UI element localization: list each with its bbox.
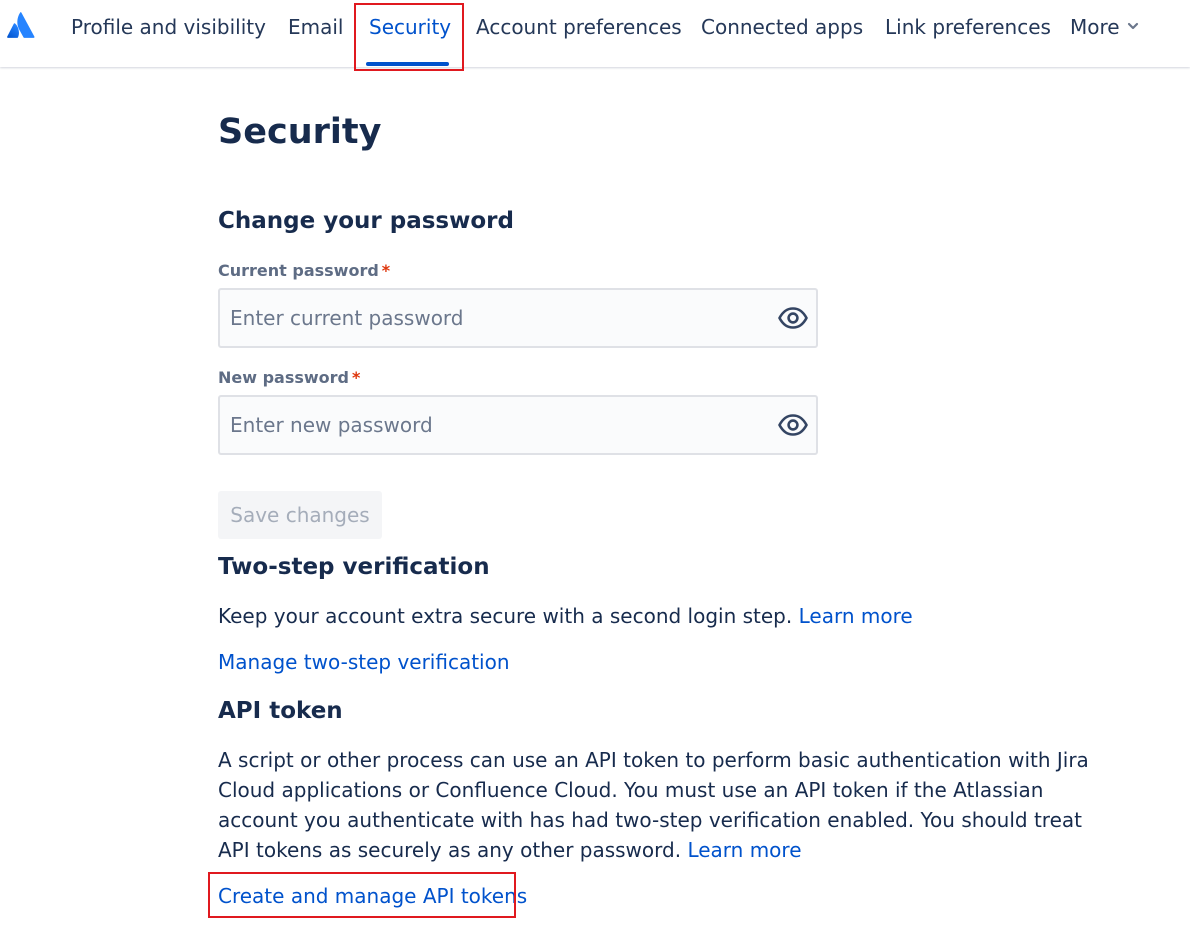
tab-link-preferences[interactable]: Link preferences <box>885 0 1051 67</box>
api-token-heading: API token <box>218 698 343 724</box>
tab-profile-and-visibility[interactable]: Profile and visibility <box>71 0 266 67</box>
tab-account-preferences[interactable]: Account preferences <box>476 0 682 67</box>
two-step-learn-more-link[interactable]: Learn more <box>799 604 913 628</box>
create-manage-api-tokens-link[interactable]: Create and manage API tokens <box>218 884 527 908</box>
new-password-label: New password * <box>218 368 361 387</box>
manage-two-step-link[interactable]: Manage two-step verification <box>218 650 510 674</box>
api-token-description: A script or other process can use an API… <box>218 748 1089 862</box>
tab-connected-apps[interactable]: Connected apps <box>701 0 863 67</box>
tab-more[interactable]: More <box>1070 0 1120 67</box>
change-password-heading: Change your password <box>218 208 514 234</box>
eye-icon[interactable] <box>777 304 809 332</box>
tab-email[interactable]: Email <box>288 0 344 67</box>
two-step-heading: Two-step verification <box>218 554 490 580</box>
current-password-input[interactable] <box>230 290 760 346</box>
chevron-down-icon[interactable] <box>1127 20 1139 32</box>
save-changes-button[interactable]: Save changes <box>218 491 382 539</box>
new-password-field <box>218 395 818 455</box>
top-navigation: Profile and visibility Email Security Ac… <box>0 0 1190 67</box>
required-marker: * <box>352 368 361 387</box>
current-password-field <box>218 288 818 348</box>
new-password-input[interactable] <box>230 397 760 453</box>
required-marker: * <box>381 261 391 280</box>
tab-security[interactable]: Security <box>369 0 451 67</box>
two-step-description: Keep your account extra secure with a se… <box>218 604 913 628</box>
atlassian-logo-icon[interactable] <box>7 12 35 38</box>
active-tab-indicator <box>366 62 449 66</box>
current-password-label: Current password * <box>218 261 391 280</box>
page-title: Security <box>218 112 382 152</box>
eye-icon[interactable] <box>777 411 809 439</box>
api-token-learn-more-link[interactable]: Learn more <box>687 838 801 862</box>
